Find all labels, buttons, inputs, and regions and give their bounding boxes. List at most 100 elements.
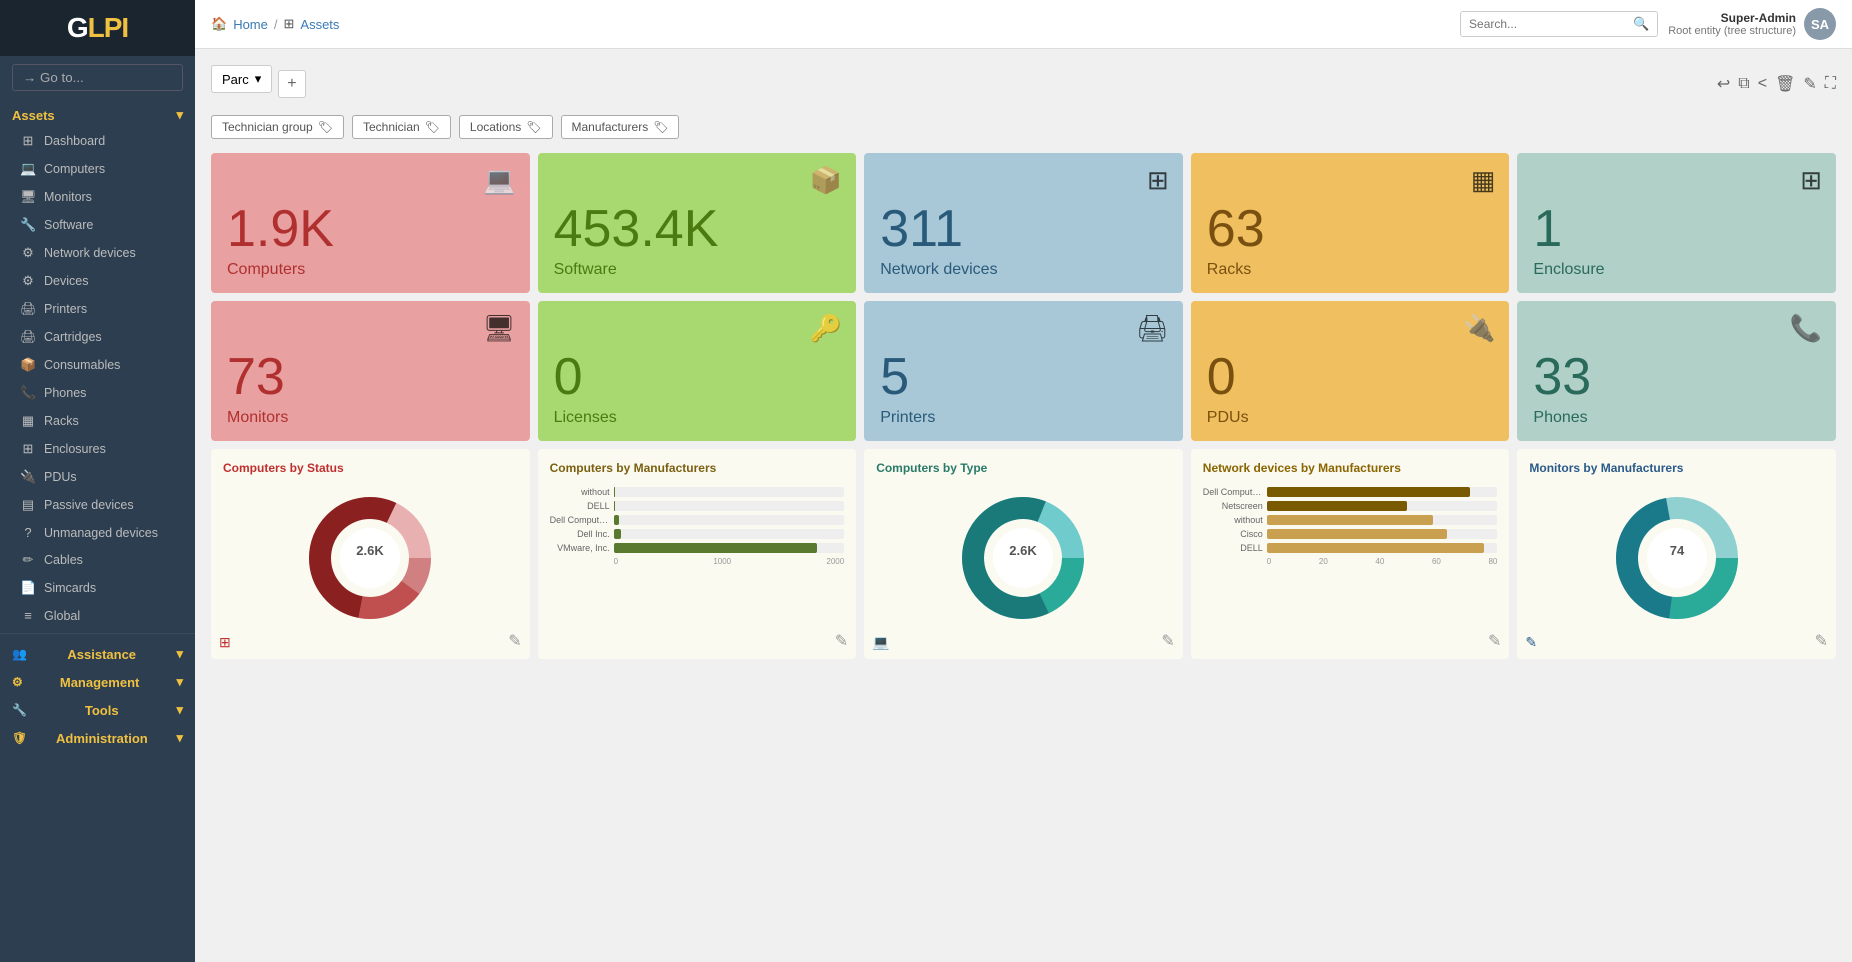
assistance-icon: 👥 [12,647,27,661]
go-to-button[interactable]: → Go to... [12,64,183,91]
parc-select[interactable]: Parc ▾ [211,65,272,93]
assets-icon: ⊞ [284,16,295,32]
monitor-icon: 🖥 [20,189,36,205]
sidebar-item-printers[interactable]: 🖨 Printers [0,295,195,323]
stat-card-printers[interactable]: 🖨 5 Printers [864,301,1183,441]
sidebar-item-racks[interactable]: ▦ Racks [0,407,195,435]
network-card-icon: ⊞ [1147,165,1169,196]
sidebar-tools-header[interactable]: 🔧 Tools ▾ [0,694,195,722]
toolbar-row: Parc ▾ + ↩ ⧉ < 🗑 ✎ ⛶ [211,65,1836,103]
chart-edit-icon[interactable]: ✎ [1815,631,1828,651]
bar-row: Netscreen [1203,501,1498,511]
delete-icon[interactable]: 🗑 [1775,74,1795,94]
licenses-card-icon: 🔑 [810,313,842,344]
sidebar-administration-header[interactable]: 🛡 Administration ▾ [0,722,195,750]
user-role: Root entity (tree structure) [1668,25,1796,37]
sidebar-item-devices[interactable]: ⚙ Devices [0,267,195,295]
filter-label: Technician group [222,120,313,134]
chart-title-computers-type: Computers by Type [876,461,1171,475]
bar-axis: 0 20 40 60 80 [1203,557,1498,566]
sidebar-item-dashboard[interactable]: ⊞ Dashboard [0,127,195,155]
bar-label: Dell Computer... [550,515,610,525]
svg-text:2.6K: 2.6K [357,543,385,558]
sidebar-item-label: Computers [44,162,105,176]
sidebar-item-computers[interactable]: 💻 Computers [0,155,195,183]
share-icon[interactable]: < [1758,75,1767,93]
sidebar-assistance-header[interactable]: 👥 Assistance ▾ [0,638,195,666]
bar-track [614,529,845,539]
pdu-icon: 🔌 [20,469,36,485]
breadcrumb-assets[interactable]: Assets [300,17,339,32]
network-count: 311 [880,203,1167,255]
chart-edit-icon[interactable]: ✎ [1488,631,1501,651]
sidebar-item-phones[interactable]: 📞 Phones [0,379,195,407]
stat-card-racks[interactable]: ▦ 63 Racks [1191,153,1510,293]
chart-title-computers-status: Computers by Status [223,461,518,475]
sidebar-item-label: Phones [44,386,86,400]
sidebar-item-consumables[interactable]: 📦 Consumables [0,351,195,379]
svg-text:74: 74 [1669,543,1684,558]
chart-edit-icon[interactable]: ✎ [508,631,521,651]
printers-card-icon: 🖨 [1136,313,1169,344]
chart-computers-by-status: Computers by Status 2.6K ⊞ ✎ [211,449,530,659]
logo-lpi: LPI [88,12,129,43]
sidebar-assets-header[interactable]: Assets ▾ [0,99,195,127]
search-icon[interactable]: 🔍 [1633,16,1649,32]
stat-card-monitors[interactable]: 🖥 73 Monitors [211,301,530,441]
stat-card-phones[interactable]: 📞 33 Phones [1517,301,1836,441]
stat-card-enclosure[interactable]: ⊞ 1 Enclosure [1517,153,1836,293]
sidebar-item-network-devices[interactable]: ⚙ Network devices [0,239,195,267]
dashboard-icon: ⊞ [20,133,36,149]
sidebar-item-unmanaged-devices[interactable]: ? Unmanaged devices [0,519,195,546]
bar-fill [1267,515,1433,525]
stat-card-software[interactable]: 📦 453.4K Software [538,153,857,293]
filter-technician-group[interactable]: Technician group 🏷 [211,115,344,139]
bar-label: Cisco [1203,529,1263,539]
sidebar-item-software[interactable]: 🔧 Software [0,211,195,239]
sidebar-assets-label: Assets [12,108,55,123]
enclosure-count: 1 [1533,203,1820,255]
add-tab-button[interactable]: + [278,70,305,98]
bar-label: without [550,487,610,497]
stat-card-network[interactable]: ⊞ 311 Network devices [864,153,1183,293]
history-icon[interactable]: ↩ [1717,74,1730,94]
monitors-label: Monitors [227,409,514,427]
sidebar-item-passive-devices[interactable]: ▤ Passive devices [0,491,195,519]
printers-label: Printers [880,409,1167,427]
copy-icon[interactable]: ⧉ [1738,75,1749,93]
chevron-down-icon: ▾ [176,730,183,746]
topbar-right: 🔍 Super-Admin Root entity (tree structur… [1460,8,1836,40]
user-info: Super-Admin Root entity (tree structure)… [1668,8,1836,40]
logo-area: GLPI [0,0,195,56]
logo[interactable]: GLPI [67,12,128,44]
sidebar-management-header[interactable]: ⚙ Management ▾ [0,666,195,694]
filter-technician[interactable]: Technician 🏷 [352,115,451,139]
edit-icon[interactable]: ✎ [1803,74,1816,94]
filter-locations[interactable]: Locations 🏷 [459,115,553,139]
bar-row: without [550,487,845,497]
chart-edit-icon[interactable]: ✎ [1161,631,1174,651]
tools-label: Tools [85,703,119,718]
sidebar-item-pdus[interactable]: 🔌 PDUs [0,463,195,491]
assistance-label: Assistance [67,647,136,662]
chart-edit-icon[interactable]: ✎ [835,631,848,651]
sidebar-item-cartridges[interactable]: 🖨 Cartridges [0,323,195,351]
stat-card-licenses[interactable]: 🔑 0 Licenses [538,301,857,441]
breadcrumb-home[interactable]: Home [233,17,268,32]
sidebar-item-simcards[interactable]: 📄 Simcards [0,574,195,602]
parc-label: Parc [222,72,249,87]
sidebar-item-monitors[interactable]: 🖥 Monitors [0,183,195,211]
sidebar-item-label: Monitors [44,190,92,204]
filter-label: Technician [363,120,420,134]
filter-manufacturers[interactable]: Manufacturers 🏷 [561,115,680,139]
bar-fill [1267,487,1470,497]
search-input[interactable] [1469,17,1629,31]
enclosures-icon: ⊞ [20,441,36,457]
stat-card-pdus[interactable]: 🔌 0 PDUs [1191,301,1510,441]
sidebar-item-cables[interactable]: ✏ Cables [0,546,195,574]
charts-row: Computers by Status 2.6K ⊞ ✎ Computer [211,449,1836,659]
stat-card-computers[interactable]: 💻 1.9K Computers [211,153,530,293]
fullscreen-icon[interactable]: ⛶ [1825,75,1836,93]
sidebar-item-enclosures[interactable]: ⊞ Enclosures [0,435,195,463]
sidebar-item-global[interactable]: ≡ Global [0,602,195,629]
